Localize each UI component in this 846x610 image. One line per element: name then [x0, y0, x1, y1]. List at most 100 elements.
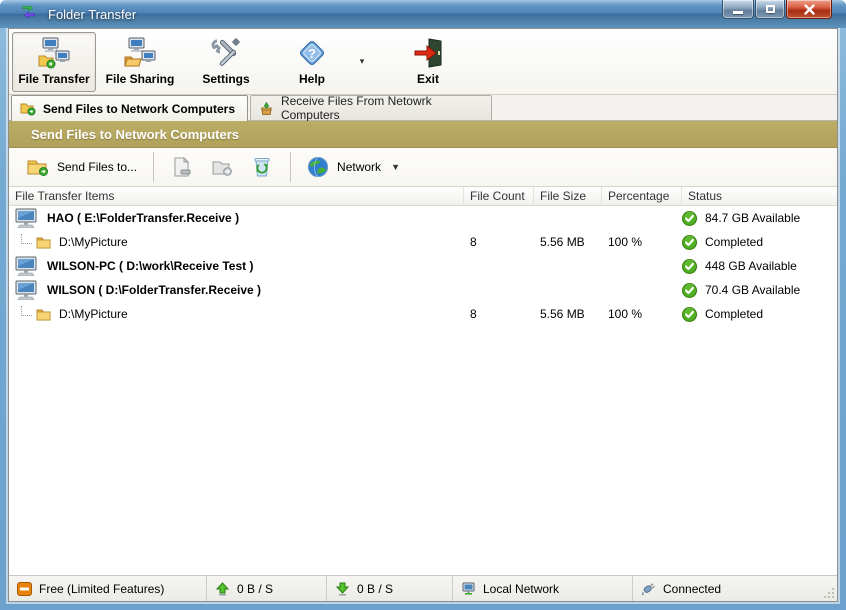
- help-button[interactable]: ? Help: [270, 32, 354, 92]
- computer-row[interactable]: HAO ( E:\FolderTransfer.Receive ) 84.7 G…: [9, 206, 837, 230]
- license-status-label: Free (Limited Features): [39, 581, 165, 596]
- actionbar-separator: [153, 152, 155, 182]
- green-check-icon: [682, 234, 697, 250]
- folder-row[interactable]: D:\MyPicture 8 5.56 MB 100 % Completed: [9, 302, 837, 326]
- file-list: HAO ( E:\FolderTransfer.Receive ) 84.7 G…: [9, 206, 837, 575]
- upload-arrow-icon: [215, 581, 230, 595]
- close-icon: [803, 3, 815, 15]
- status-value: 70.4 GB Available: [705, 283, 801, 297]
- remove-file-button[interactable]: [165, 153, 199, 181]
- percentage-value: [602, 206, 682, 230]
- upload-speed-segment: 0 B / S: [207, 576, 327, 601]
- computer-icon: [15, 256, 37, 276]
- window-title: Folder Transfer: [48, 6, 137, 22]
- settings-label: Settings: [202, 72, 250, 86]
- help-diamond-icon: ?: [300, 41, 324, 65]
- send-files-to-button[interactable]: Send Files to...: [19, 154, 145, 180]
- send-files-to-label: Send Files to...: [57, 160, 138, 174]
- computer-name: WILSON ( D:\FolderTransfer.Receive ): [47, 283, 262, 297]
- tabstrip: Send Files to Network Computers Receive …: [9, 94, 837, 122]
- exit-button[interactable]: Exit: [386, 32, 470, 92]
- file-size-value: [534, 278, 602, 302]
- file-transfer-icon: [38, 37, 70, 69]
- column-percentage[interactable]: Percentage: [602, 187, 682, 205]
- file-transfer-button[interactable]: File Transfer: [12, 31, 96, 92]
- tree-connector: [21, 234, 32, 244]
- settings-button[interactable]: Settings: [184, 32, 268, 92]
- license-icon: [17, 581, 32, 596]
- green-check-icon: [682, 258, 697, 274]
- sync-arrows-icon: [22, 6, 35, 19]
- chevron-down-icon: ▼: [391, 162, 400, 172]
- column-file-transfer-items[interactable]: File Transfer Items: [9, 187, 464, 205]
- close-button[interactable]: [786, 0, 832, 19]
- maximize-icon: [765, 5, 775, 13]
- file-sharing-label: File Sharing: [105, 72, 175, 86]
- file-size-value: [534, 206, 602, 230]
- percentage-value: [602, 254, 682, 278]
- exit-label: Exit: [416, 72, 439, 86]
- list-header: File Transfer Items File Count File Size…: [9, 187, 837, 206]
- minimize-button[interactable]: [722, 0, 754, 19]
- tab-send-files[interactable]: Send Files to Network Computers: [11, 95, 249, 121]
- send-folder-icon: [27, 160, 48, 176]
- connection-status-segment: Connected: [633, 576, 837, 601]
- computer-row[interactable]: WILSON ( D:\FolderTransfer.Receive ) 70.…: [9, 278, 837, 302]
- upload-speed-label: 0 B / S: [237, 581, 274, 596]
- help-dropdown-arrow[interactable]: ▾: [355, 32, 369, 92]
- computer-icon: [15, 208, 37, 228]
- section-header: Send Files to Network Computers: [9, 121, 837, 148]
- remove-folder-button[interactable]: [205, 153, 239, 181]
- folder-row[interactable]: D:\MyPicture 8 5.56 MB 100 % Completed: [9, 230, 837, 254]
- network-type-segment: Local Network: [453, 576, 633, 601]
- refresh-list-button[interactable]: [245, 153, 279, 181]
- actionbar: Send Files to... Network ▼: [9, 148, 837, 187]
- remove-file-icon: [174, 157, 191, 177]
- app-window: Folder Transfer File Transfer File Shari…: [0, 0, 846, 610]
- file-count-value: [464, 254, 534, 278]
- file-count-value: 8: [470, 235, 477, 249]
- network-monitor-icon: [462, 582, 475, 595]
- column-file-count[interactable]: File Count: [464, 187, 534, 205]
- percentage-value: 100 %: [608, 235, 643, 249]
- folder-path: D:\MyPicture: [59, 235, 128, 249]
- svg-text:?: ?: [308, 46, 316, 61]
- folder-icon: [36, 237, 51, 248]
- maximize-button[interactable]: [755, 0, 785, 19]
- remove-folder-icon: [212, 161, 232, 176]
- license-status-segment: Free (Limited Features): [9, 576, 207, 601]
- file-sharing-icon: [124, 37, 156, 67]
- minimize-icon: [733, 10, 743, 14]
- column-file-size[interactable]: File Size: [534, 187, 602, 205]
- main-toolbar: File Transfer File Sharing Settings ? He…: [9, 29, 837, 95]
- network-dropdown-button[interactable]: Network ▼: [299, 152, 408, 182]
- network-label: Network: [337, 160, 382, 174]
- status-value: 84.7 GB Available: [705, 211, 801, 225]
- percentage-value: 100 %: [608, 307, 643, 321]
- tab-receive-files[interactable]: Receive Files From Netowrk Computers: [250, 94, 493, 122]
- tree-connector: [21, 306, 32, 316]
- file-count-value: [464, 278, 534, 302]
- connection-status-label: Connected: [663, 581, 722, 596]
- computer-row[interactable]: WILSON-PC ( D:\work\Receive Test ) 448 G…: [9, 254, 837, 278]
- folder-path: D:\MyPicture: [59, 307, 128, 321]
- percentage-value: [602, 278, 682, 302]
- column-status[interactable]: Status: [682, 187, 837, 205]
- download-arrow-icon: [335, 582, 350, 595]
- section-header-title: Send Files to Network Computers: [31, 126, 240, 142]
- actionbar-separator: [290, 152, 292, 182]
- send-folder-icon: [20, 103, 36, 116]
- exit-door-icon: [414, 38, 442, 68]
- green-check-icon: [682, 282, 697, 298]
- receive-box-icon: [261, 101, 272, 115]
- status-value: Completed: [705, 307, 764, 321]
- file-transfer-label: File Transfer: [18, 72, 90, 86]
- resize-grip[interactable]: [823, 587, 835, 599]
- download-speed-label: 0 B / S: [357, 581, 394, 596]
- file-sharing-button[interactable]: File Sharing: [98, 32, 182, 92]
- help-label: Help: [298, 72, 325, 86]
- file-count-value: [464, 206, 534, 230]
- titlebar[interactable]: Folder Transfer: [0, 0, 846, 28]
- file-size-value: [534, 254, 602, 278]
- window-content: File Transfer File Sharing Settings ? He…: [8, 28, 838, 602]
